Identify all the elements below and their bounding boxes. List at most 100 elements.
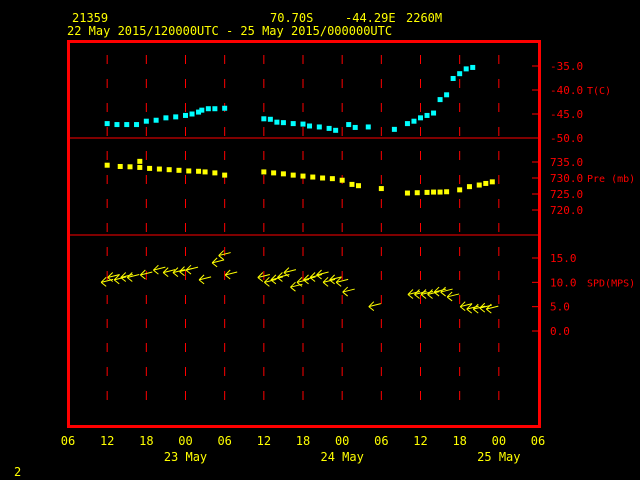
wind-barb — [198, 274, 212, 285]
y-tick-label: 720.0 — [550, 204, 583, 217]
pressure-point — [137, 158, 143, 164]
wind-barb-head — [414, 294, 420, 299]
temperature-point — [280, 120, 286, 126]
x-tick-label: 12 — [413, 434, 427, 448]
temperature-point — [183, 112, 188, 118]
meteogram-chart: -35.0 -40.0 -45.0 -50.0 T(C) 735.0 730.0 725.0 7… — [61, 40, 635, 464]
pressure-point — [355, 183, 361, 189]
wind-barb-head — [368, 306, 375, 312]
y-tick-label: 15.0 — [550, 252, 577, 265]
wind-barb-head — [100, 281, 107, 287]
wind-barb-head — [224, 274, 231, 280]
y-tick-label: -45.0 — [550, 108, 583, 121]
wind-barb — [126, 272, 140, 282]
pressure-point — [483, 180, 489, 186]
temperature-point — [261, 116, 267, 122]
wind-barb — [290, 281, 303, 292]
temperature-point — [444, 92, 450, 98]
pressure-point — [222, 172, 228, 178]
wind-barb-head — [322, 281, 329, 287]
pressure-point — [404, 190, 410, 196]
temperature-point — [205, 106, 211, 112]
wind-barb-head — [472, 308, 479, 314]
temperature-point — [316, 124, 322, 130]
wind-barb-head — [407, 294, 414, 299]
x-tick-label: 18 — [139, 434, 153, 448]
wind-barb — [446, 291, 460, 302]
temperature-point — [124, 122, 130, 128]
wind-barb-head — [466, 308, 473, 314]
temperature-point — [431, 110, 437, 116]
wind-barb — [172, 267, 186, 277]
x-tick-label: 06 — [61, 434, 75, 448]
data-layer — [100, 64, 499, 314]
temperature-point — [391, 126, 397, 132]
temperature-point — [424, 112, 430, 118]
wind-barb-head — [162, 272, 169, 277]
temperature-point — [163, 115, 169, 121]
pressure-point — [310, 174, 316, 180]
pressure-point — [196, 168, 202, 174]
wind-barb — [277, 272, 290, 282]
x-tick-label: 00 — [178, 434, 192, 448]
temperature-point — [326, 125, 332, 131]
temperature-point — [212, 106, 218, 112]
pressure-point — [271, 170, 277, 176]
x-tick-label: 06 — [217, 434, 231, 448]
pressure-point — [349, 181, 355, 187]
y-tick-label: 735.0 — [550, 156, 583, 169]
pressure-point — [261, 169, 267, 175]
temperature-point — [352, 124, 358, 130]
pressure-point — [457, 187, 463, 193]
y-tick-label: 5.0 — [550, 301, 570, 314]
y-tick-label: -40.0 — [550, 84, 583, 97]
temperature-point — [134, 122, 140, 128]
x-tick-label: 18 — [452, 434, 466, 448]
temperature-point — [457, 71, 463, 77]
pressure-point — [466, 184, 472, 190]
corner-label: 2 — [14, 465, 22, 479]
temperature-point — [153, 117, 159, 123]
wind-barb — [185, 264, 199, 275]
temperature-point — [346, 122, 352, 128]
pressure-point — [329, 176, 335, 182]
temperature-point — [365, 124, 371, 130]
pressure-point — [166, 167, 172, 173]
y-tick-label: 730.0 — [550, 172, 583, 185]
wind-barb — [368, 301, 381, 312]
x-tick-label: 12 — [257, 434, 271, 448]
temperature-point — [463, 66, 469, 72]
wind-barb — [342, 286, 355, 297]
temperature-point — [104, 121, 110, 127]
pressure-point — [424, 189, 430, 195]
pressure-point — [431, 189, 437, 195]
wind-barb-head — [198, 279, 205, 285]
wind-barb-head — [172, 272, 179, 277]
pressure-point — [290, 172, 296, 178]
wind-barb-head — [342, 291, 349, 297]
y-tick-label: 0.0 — [550, 325, 570, 338]
pressure-point — [437, 189, 443, 195]
wind-barb — [224, 269, 238, 280]
y-tick-label: 10.0 — [550, 276, 577, 289]
y-tick-label: -50.0 — [550, 132, 583, 145]
pressure-point — [300, 173, 306, 179]
wind-barb-head — [459, 306, 466, 312]
x-tick-label: 06 — [531, 434, 545, 448]
wind-barb — [459, 301, 473, 312]
wind-barb — [329, 274, 342, 285]
temperature-point — [404, 121, 410, 127]
wind-barb-head — [446, 296, 453, 302]
pressure-point — [320, 175, 326, 181]
pressure-point — [414, 190, 420, 196]
wind-barb — [485, 303, 499, 314]
temperature-point — [300, 121, 306, 127]
x-tick-label: 06 — [374, 434, 388, 448]
pressure-point — [489, 179, 495, 185]
pressure-point — [147, 165, 153, 171]
wind-barb-head — [264, 281, 270, 287]
temperature-point — [307, 123, 313, 129]
grid-layer — [68, 55, 540, 415]
temperature-point — [290, 121, 296, 127]
pressure-point — [137, 164, 143, 170]
